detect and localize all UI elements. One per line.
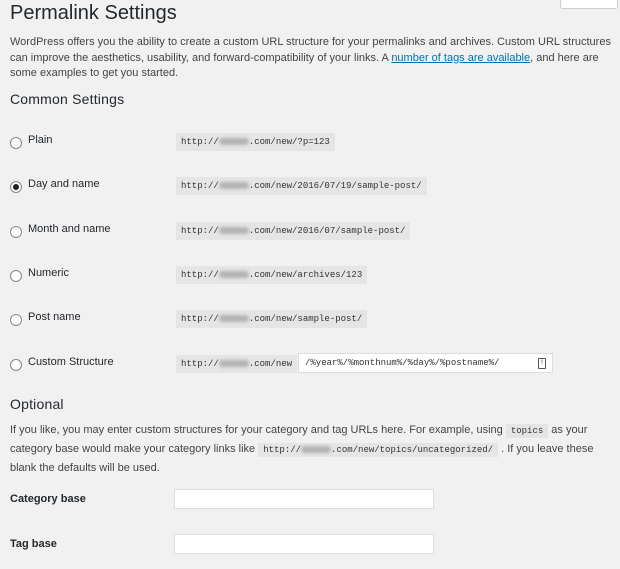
custom-structure-label[interactable]: Custom Structure <box>28 356 114 368</box>
option-plain[interactable]: Plain http://.com/new/?p=123 <box>10 133 610 153</box>
day-and-name-example-url: http://.com/new/2016/07/19/sample-post/ <box>176 177 427 195</box>
plain-radio[interactable] <box>10 137 22 149</box>
intro-text: WordPress offers you the ability to crea… <box>10 35 618 82</box>
option-day-and-name[interactable]: Day and name http://.com/new/2016/07/19/… <box>10 177 610 197</box>
screen-options-tab[interactable] <box>560 0 618 9</box>
plain-example-url: http://.com/new/?p=123 <box>176 133 335 151</box>
custom-structure-value: /%year%/%monthnum%/%day%/%postname%/ <box>305 358 500 368</box>
category-example-url: http://.com/new/topics/uncategorized/ <box>258 443 499 457</box>
numeric-radio[interactable] <box>10 270 22 282</box>
redacted-domain <box>301 446 332 453</box>
custom-structure-input[interactable]: /%year%/%monthnum%/%day%/%postname%/ ! <box>298 353 553 373</box>
plain-label[interactable]: Plain <box>28 134 52 146</box>
day-and-name-radio[interactable] <box>10 181 22 193</box>
page-title: Permalink Settings <box>10 2 177 24</box>
month-and-name-radio[interactable] <box>10 226 22 238</box>
option-month-and-name[interactable]: Month and name http://.com/new/2016/07/s… <box>10 222 610 242</box>
month-and-name-example-url: http://.com/new/2016/07/sample-post/ <box>176 222 411 240</box>
custom-structure-radio[interactable] <box>10 359 22 371</box>
optional-heading: Optional <box>10 396 64 412</box>
topics-code: topics <box>505 424 549 438</box>
redacted-domain <box>218 271 249 278</box>
tag-base-input[interactable] <box>174 534 434 554</box>
redacted-domain <box>218 182 249 189</box>
common-settings-heading: Common Settings <box>10 91 125 107</box>
category-base-input[interactable] <box>174 489 434 509</box>
day-and-name-label[interactable]: Day and name <box>28 178 100 190</box>
numeric-example-url: http://.com/new/archives/123 <box>176 266 368 284</box>
autofill-key-icon[interactable]: ! <box>538 358 546 369</box>
redacted-domain <box>218 227 249 234</box>
option-numeric[interactable]: Numeric http://.com/new/archives/123 <box>10 266 610 286</box>
redacted-domain <box>218 315 249 322</box>
tags-link[interactable]: number of tags are available <box>391 52 530 64</box>
category-base-label: Category base <box>10 493 86 505</box>
custom-structure-base-url: http://.com/new <box>176 355 298 373</box>
post-name-radio[interactable] <box>10 314 22 326</box>
option-custom-structure[interactable]: Custom Structure http://.com/new /%year%… <box>10 353 610 375</box>
month-and-name-label[interactable]: Month and name <box>28 223 111 235</box>
option-post-name[interactable]: Post name http://.com/new/sample-post/ <box>10 310 610 330</box>
redacted-domain <box>218 138 249 145</box>
redacted-domain <box>218 360 249 367</box>
post-name-label[interactable]: Post name <box>28 311 81 323</box>
optional-description: If you like, you may enter custom struct… <box>10 424 594 474</box>
post-name-example-url: http://.com/new/sample-post/ <box>176 310 368 328</box>
numeric-label[interactable]: Numeric <box>28 267 69 279</box>
tag-base-label: Tag base <box>10 538 57 550</box>
